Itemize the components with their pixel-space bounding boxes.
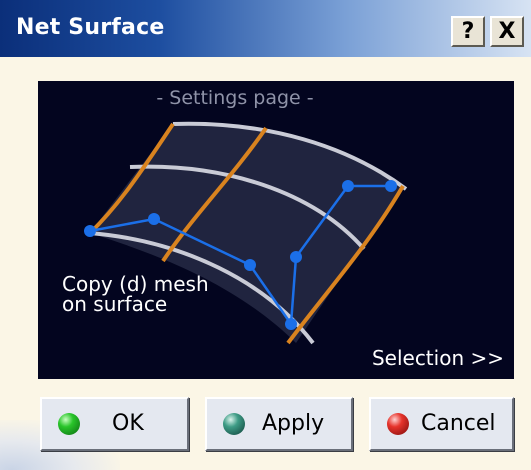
mesh-point — [244, 259, 256, 271]
dialog-title: Net Surface — [16, 15, 165, 40]
mesh-caption-line-2: on surface — [62, 292, 168, 316]
selection-link[interactable]: Selection >> — [372, 346, 504, 370]
surface-mesh-drawing — [84, 121, 408, 345]
mesh-point — [385, 180, 397, 192]
help-button[interactable]: ? — [451, 16, 485, 47]
cancel-button[interactable]: Cancel — [369, 397, 514, 451]
ok-button-label: OK — [112, 411, 144, 436]
mesh-point — [84, 225, 96, 237]
net-surface-dialog: Net Surface ? X - Settings page - Copy (… — [0, 0, 531, 470]
mesh-caption: Copy (d) mesh on surface — [62, 274, 209, 314]
green-orb-icon — [58, 413, 80, 435]
mesh-point — [290, 251, 302, 263]
ok-button[interactable]: OK — [40, 397, 189, 451]
teal-orb-icon — [223, 413, 245, 435]
mesh-caption-line-1: Copy (d) mesh — [62, 272, 209, 296]
mesh-point — [148, 213, 160, 225]
cancel-button-label: Cancel — [421, 411, 496, 436]
settings-illustration: - Settings page - Copy (d) mesh on surfa… — [38, 81, 514, 379]
mesh-point — [285, 318, 297, 330]
red-orb-icon — [387, 413, 409, 435]
apply-button[interactable]: Apply — [205, 397, 353, 451]
close-button[interactable]: X — [490, 16, 524, 47]
title-bar[interactable]: Net Surface ? X — [0, 0, 531, 57]
apply-button-label: Apply — [262, 411, 325, 436]
mesh-point — [342, 180, 354, 192]
settings-page-heading: - Settings page - — [156, 87, 314, 109]
